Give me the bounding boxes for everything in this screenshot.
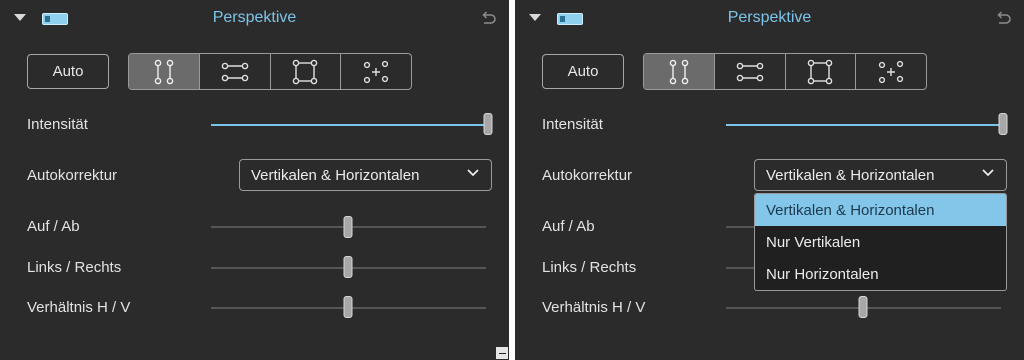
autocorrection-value: Vertikalen & Horizontalen	[766, 166, 935, 184]
panel-title: Perspektive	[212, 9, 297, 26]
full-mode-icon	[808, 59, 833, 84]
vertical-mode-icon	[669, 59, 689, 84]
full-mode-button[interactable]	[786, 54, 857, 89]
mode-button-group	[643, 53, 927, 90]
vertical-mode-button[interactable]	[129, 54, 200, 89]
auto-button[interactable]: Auto	[27, 54, 109, 89]
full-mode-icon	[293, 59, 318, 84]
horizontal-mode-icon	[736, 62, 763, 81]
dropdown-option-horizontal-only[interactable]: Nur Horizontalen	[755, 258, 1006, 290]
ratio-label: Verhältnis H / V	[542, 299, 646, 316]
perspective-panel-open: Perspektive Auto Intensität Autokorrektu…	[515, 0, 1024, 360]
up-down-slider-thumb[interactable]	[343, 216, 353, 238]
guided-mode-icon	[879, 60, 904, 83]
chevron-down-icon	[467, 169, 479, 177]
intensity-label: Intensität	[542, 116, 603, 133]
up-down-label: Auf / Ab	[542, 218, 595, 235]
mode-button-group	[128, 53, 412, 90]
panel-title: Perspektive	[727, 9, 812, 26]
autocorrection-dropdown: Vertikalen & Horizontalen Nur Vertikalen…	[754, 193, 1007, 291]
ratio-label: Verhältnis H / V	[27, 299, 131, 316]
vertical-mode-button[interactable]	[644, 54, 715, 89]
intensity-slider-track[interactable]	[211, 124, 488, 126]
panel-header: Perspektive	[515, 0, 1024, 38]
perspective-panel-closed: Perspektive Auto Intensität Autokorrektu…	[0, 0, 509, 360]
guided-mode-icon	[364, 60, 389, 83]
minimize-button[interactable]	[496, 347, 508, 359]
ratio-slider-thumb[interactable]	[343, 296, 353, 318]
chevron-down-icon	[982, 169, 994, 177]
horizontal-mode-button[interactable]	[715, 54, 786, 89]
left-right-label: Links / Rechts	[542, 259, 637, 276]
full-mode-button[interactable]	[271, 54, 342, 89]
autocorrection-select[interactable]: Vertikalen & Horizontalen	[754, 159, 1007, 191]
panel-header: Perspektive	[0, 0, 509, 38]
horizontal-mode-button[interactable]	[200, 54, 271, 89]
intensity-slider-thumb[interactable]	[483, 113, 493, 135]
reset-icon[interactable]	[994, 9, 1012, 27]
auto-button[interactable]: Auto	[542, 54, 624, 89]
reset-icon[interactable]	[479, 9, 497, 27]
guided-mode-button[interactable]	[341, 54, 411, 89]
vertical-mode-icon	[154, 59, 174, 84]
autocorrection-label: Autokorrektur	[542, 167, 633, 184]
intensity-slider-track[interactable]	[726, 124, 1003, 126]
guided-mode-button[interactable]	[856, 54, 926, 89]
left-right-slider-thumb[interactable]	[343, 256, 353, 278]
dropdown-option-both[interactable]: Vertikalen & Horizontalen	[755, 194, 1006, 226]
autocorrection-label: Autokorrektur	[27, 167, 118, 184]
autocorrection-select[interactable]: Vertikalen & Horizontalen	[239, 159, 492, 191]
horizontal-mode-icon	[221, 62, 248, 81]
autocorrection-value: Vertikalen & Horizontalen	[251, 166, 420, 184]
left-right-label: Links / Rechts	[27, 259, 122, 276]
intensity-slider-thumb[interactable]	[998, 113, 1008, 135]
up-down-label: Auf / Ab	[27, 218, 80, 235]
ratio-slider-thumb[interactable]	[858, 296, 868, 318]
dropdown-option-vertical-only[interactable]: Nur Vertikalen	[755, 226, 1006, 258]
intensity-label: Intensität	[27, 116, 88, 133]
